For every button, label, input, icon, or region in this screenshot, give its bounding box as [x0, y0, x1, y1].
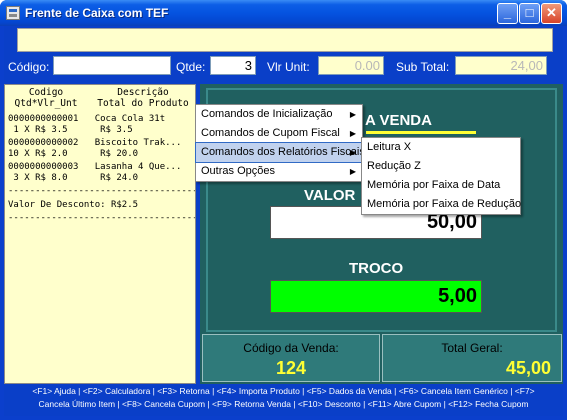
context-menu: Comandos de Inicialização ▶ Comandos de … — [195, 104, 365, 182]
receipt-separator: ----------------------------------- — [8, 186, 196, 196]
app-icon — [6, 6, 20, 20]
status-underline — [366, 131, 476, 134]
receipt-col-descricao: Descrição — [117, 87, 169, 98]
submenu-arrow-icon: ▶ — [349, 110, 356, 119]
discount-line: Valor De Desconto: R$2.5 — [8, 200, 139, 210]
qtde-input[interactable]: 3 — [210, 56, 256, 75]
receipt-line: 0000000000001 Coca Cola 31t — [8, 114, 166, 124]
codigo-venda-box: Código da Venda: 124 — [202, 334, 380, 382]
troco-label: TROCO — [349, 260, 404, 277]
codigo-label: Código: — [8, 60, 50, 74]
submenu-arrow-icon: ▶ — [349, 129, 356, 138]
troco-field: 5,00 — [270, 280, 482, 313]
maximize-button[interactable]: □ — [519, 3, 540, 24]
barcode-input[interactable] — [17, 28, 553, 52]
receipt-line: 1 X R$ 3.5 R$ 3.5 — [8, 125, 133, 135]
close-button[interactable]: ✕ — [541, 3, 562, 24]
valor-label: VALOR — [304, 187, 356, 204]
submenu-item-reducao-z[interactable]: Redução Z — [362, 157, 520, 176]
menu-item-outras-opcoes[interactable]: Outras Opções ▶ — [196, 162, 362, 181]
submenu-relatorios: Leitura X Redução Z Memória por Faixa de… — [361, 137, 521, 215]
qtde-label: Qtde: — [176, 60, 206, 74]
receipt-line: 0000000000002 Biscoito Trak... — [8, 138, 182, 148]
menu-item-label: Comandos de Inicialização — [201, 108, 333, 120]
total-geral-label: Total Geral: — [441, 341, 503, 355]
receipt-line: 0000000000003 Lasanha 4 Que... — [8, 162, 182, 172]
menu-item-cupom-fiscal[interactable]: Comandos de Cupom Fiscal ▶ — [196, 124, 362, 143]
receipt-panel: Codigo Qtd*Vlr_Unt Descrição Total do Pr… — [4, 84, 196, 384]
app-window: Frente de Caixa com TEF _ □ ✕ Código: Qt… — [0, 0, 567, 420]
menu-item-relatorios-fiscais[interactable]: Comandos dos Relatórios Fiscais ▶ — [195, 142, 365, 163]
shortcut-line-2: Cancela Último Item | <F8> Cancela Cupom… — [38, 399, 529, 409]
receipt-line: 3 X R$ 8.0 R$ 24.0 — [8, 173, 139, 183]
submenu-item-memoria-reducao[interactable]: Memória por Faixa de Redução — [362, 195, 521, 214]
menu-item-label: Comandos dos Relatórios Fiscais — [201, 146, 365, 158]
receipt-col-total: Total do Produto — [97, 98, 189, 109]
total-geral-box: Total Geral: 45,00 — [382, 334, 562, 382]
codigo-venda-label: Código da Venda: — [243, 341, 339, 355]
menu-item-inicializacao[interactable]: Comandos de Inicialização ▶ — [196, 105, 362, 124]
minimize-button[interactable]: _ — [497, 3, 518, 24]
menu-item-label: Outras Opções — [201, 165, 275, 177]
submenu-item-leitura-x[interactable]: Leitura X — [362, 138, 520, 157]
receipt-col-codigo: Codigo — [28, 87, 64, 98]
vlr-unit-label: Vlr Unit: — [267, 60, 310, 74]
shortcut-line-1: <F1> Ajuda | <F2> Calculadora | <F3> Ret… — [32, 386, 535, 396]
vlr-unit-field: 0.00 — [318, 56, 384, 75]
submenu-arrow-icon: ▶ — [349, 167, 356, 176]
sub-total-field: 24,00 — [455, 56, 547, 75]
receipt-col-qtd: Qtd*Vlr_Unt — [14, 98, 78, 109]
sale-status: A VENDA — [365, 112, 432, 129]
codigo-input[interactable] — [53, 56, 171, 75]
total-geral-value: 45,00 — [505, 358, 551, 378]
submenu-item-memoria-data[interactable]: Memória por Faixa de Data — [362, 176, 520, 195]
submenu-arrow-icon: ▶ — [349, 148, 356, 157]
codigo-venda-value: 124 — [275, 358, 307, 378]
title-bar[interactable]: Frente de Caixa com TEF _ □ ✕ — [0, 0, 567, 26]
shortcut-bar: <F1> Ajuda | <F2> Calculadora | <F3> Ret… — [4, 385, 563, 416]
menu-item-label: Comandos de Cupom Fiscal — [201, 127, 340, 139]
sub-total-label: Sub Total: — [396, 60, 450, 74]
receipt-separator: ----------------------------------- — [8, 213, 196, 223]
window-title: Frente de Caixa com TEF — [25, 6, 169, 20]
receipt-line: 10 X R$ 2.0 R$ 20.0 — [8, 149, 139, 159]
client-area: Código: Qtde: 3 Vlr Unit: 0.00 Sub Total… — [4, 26, 563, 416]
